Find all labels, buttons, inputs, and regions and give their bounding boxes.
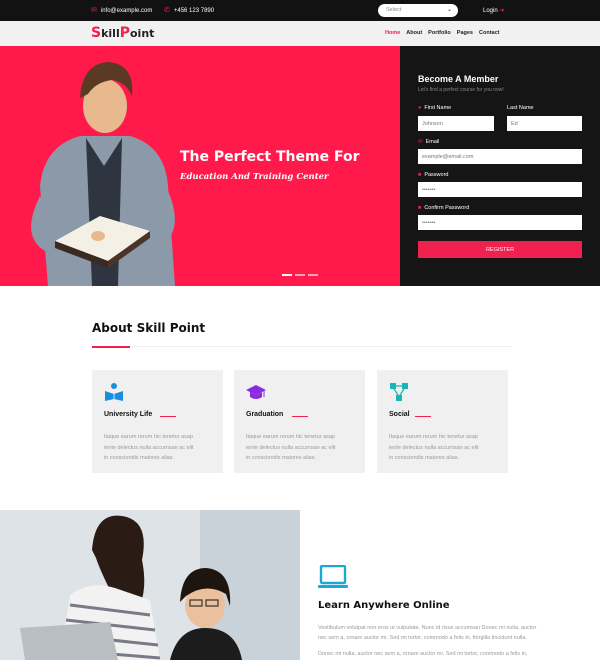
confirm-password-label: ■ Confirm Password	[418, 205, 469, 211]
slider-dot[interactable]	[308, 274, 318, 276]
about-title: About Skill Point	[92, 321, 206, 335]
card-description: Itaque earum rerum hic tenetur asap ient…	[246, 432, 358, 464]
contact-phone[interactable]: ✆ +456 123 7890	[164, 7, 214, 14]
logo-part-kill: kill	[101, 27, 120, 40]
user-icon: ●	[418, 105, 422, 111]
login-label: Login	[483, 8, 498, 14]
email-field[interactable]: example@email.com	[418, 149, 582, 164]
logo-letter-p: P	[119, 25, 130, 41]
site-logo[interactable]: SkillPoint	[91, 25, 154, 41]
password-label: ■ Password	[418, 172, 448, 178]
email-label-text: Email	[425, 139, 440, 145]
card-text-line: Itaque earum rerum hic tenetur asap	[389, 434, 478, 440]
first-name-label-text: First Name	[424, 105, 452, 111]
envelope-icon: ✉	[91, 7, 97, 14]
card-text-line: Itaque earum rerum hic tenetur asap	[246, 434, 335, 440]
slider-dot[interactable]	[295, 274, 305, 276]
feature-card-social: Social Itaque earum rerum hic tenetur as…	[377, 370, 508, 473]
feature-card-graduation: Graduation Itaque earum rerum hic tenetu…	[234, 370, 365, 473]
student-photo	[31, 62, 175, 286]
hero-title: The Perfect Theme For	[180, 149, 360, 165]
login-icon: ➜	[499, 8, 505, 14]
login-link[interactable]: Login ➜	[483, 7, 504, 14]
password-field[interactable]: •••••••	[418, 182, 582, 197]
select-value: Select	[386, 7, 402, 13]
chevron-down-icon: ⌄	[446, 7, 452, 13]
nav-item-pages[interactable]: Pages	[457, 30, 473, 36]
nav-item-contact[interactable]: Contact	[479, 30, 499, 36]
phone-text: +456 123 7890	[173, 7, 215, 14]
learn-paragraph-2: Donec mi nulla, auctor nec sem a, ornare…	[318, 649, 588, 659]
logo-part-oint: oint	[130, 27, 155, 40]
feature-card-university-life: University Life Itaque earum rerum hic t…	[92, 370, 223, 473]
envelope-icon: ✉	[418, 139, 423, 145]
network-icon	[390, 383, 408, 401]
title-underline	[160, 416, 176, 417]
phone-icon: ✆	[164, 7, 170, 14]
email-label: ✉ Email	[418, 139, 439, 145]
card-text-line: in consciendis maiores alias.	[246, 455, 317, 461]
students-illustration	[0, 510, 300, 660]
card-description: Itaque earum rerum hic tenetur asap ient…	[104, 432, 216, 464]
slider-dots	[282, 274, 318, 276]
card-text-line: iente delectus nulla accumsan ac elit	[389, 444, 479, 451]
password-label-text: Password	[424, 172, 449, 178]
nav-item-portfolio[interactable]: Portfolio	[428, 30, 451, 36]
lock-icon: ■	[418, 172, 422, 178]
card-text-line: in consciendis maiores alias.	[389, 455, 460, 461]
first-name-label: ● First Name	[418, 105, 451, 111]
card-text-line: Itaque earum rerum hic tenetur asap	[104, 434, 193, 440]
logo-letter-s: S	[91, 25, 102, 41]
card-text-line: in consciendis maiores alias.	[104, 455, 175, 461]
lock-icon: ■	[418, 205, 422, 211]
last-name-field[interactable]: Ed	[507, 116, 582, 131]
confirm-password-label-text: Confirm Password	[424, 205, 470, 211]
email-text: info@example.com	[100, 7, 153, 14]
card-text-line: iente delectus nulla accumsan ac elit	[246, 444, 336, 451]
accent-underline	[92, 346, 130, 348]
hero-banner: The Perfect Theme For Education And Trai…	[0, 46, 400, 286]
learn-title: Learn Anywhere Online	[318, 600, 450, 611]
form-subtitle: Let's find a perfect course for you now!	[418, 87, 504, 93]
card-text-line: iente delectus nulla accumsan ac elit	[104, 444, 194, 451]
main-nav: SkillPoint Home About Portfolio Pages Co…	[0, 21, 600, 46]
title-underline	[415, 416, 431, 417]
section-divider	[92, 346, 512, 348]
nav-menu: Home About Portfolio Pages Contact	[385, 30, 499, 36]
paragraph-line: Donec mi nulla, auctor nec sem a, ornare…	[318, 651, 528, 657]
first-name-field[interactable]: Johnson	[418, 116, 494, 131]
card-title: Graduation	[246, 411, 284, 418]
nav-item-home[interactable]: Home	[385, 30, 400, 36]
hero-subtitle: Education And Training Center	[180, 172, 329, 182]
last-name-label-text: Last Name	[507, 105, 534, 111]
paragraph-line: nec sem a, ornare auctor mi. Sed mi tort…	[318, 635, 527, 641]
card-description: Itaque earum rerum hic tenetur asap ient…	[389, 432, 501, 464]
member-form: Become A Member Let's find a perfect cou…	[400, 46, 600, 286]
contact-email[interactable]: ✉ info@example.com	[91, 7, 152, 14]
learn-paragraph: Vestibulum volutpat non eros ut vulputat…	[318, 623, 588, 643]
students-photo	[0, 510, 300, 660]
course-select[interactable]: Select ⌄	[378, 4, 458, 17]
book-reader-icon	[105, 383, 123, 401]
card-title: Social	[389, 411, 410, 418]
slider-dot[interactable]	[282, 274, 292, 276]
paragraph-line: Vestibulum volutpat non eros ut vulputat…	[318, 625, 537, 631]
confirm-password-field[interactable]: •••••••	[418, 215, 582, 230]
register-button[interactable]: REGISTER	[418, 241, 582, 258]
title-underline	[292, 416, 308, 417]
last-name-label: Last Name	[507, 105, 534, 111]
nav-item-about[interactable]: About	[406, 30, 422, 36]
laptop-icon	[318, 565, 348, 588]
card-title: University Life	[104, 411, 153, 418]
top-bar: ✉ info@example.com ✆ +456 123 7890 Selec…	[0, 0, 600, 21]
graduation-cap-icon	[246, 385, 266, 399]
form-title: Become A Member	[418, 74, 499, 84]
